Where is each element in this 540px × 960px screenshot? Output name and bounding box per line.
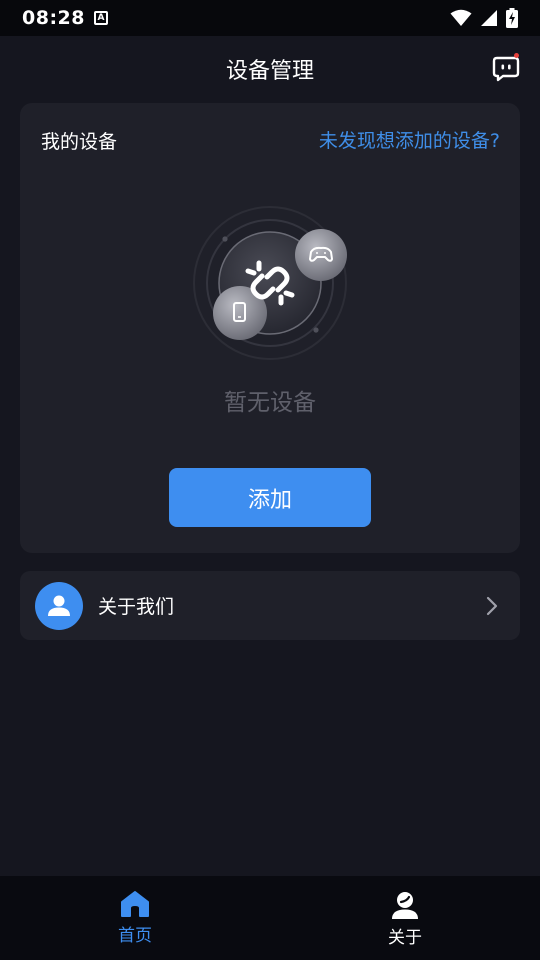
status-icons: [450, 8, 518, 28]
gamepad-icon: [295, 229, 347, 281]
notification-a-icon: A: [93, 11, 108, 25]
add-device-button[interactable]: 添加: [169, 468, 371, 527]
wifi-icon: [450, 9, 472, 26]
person-icon: [392, 892, 418, 919]
bottom-navigation: 首页 关于: [0, 876, 540, 960]
notification-dot: [514, 53, 519, 58]
nav-about[interactable]: 关于: [270, 876, 540, 960]
device-not-found-link[interactable]: 未发现想添加的设备?: [319, 126, 500, 153]
my-devices-title: 我的设备: [41, 131, 118, 153]
chat-bubble-icon[interactable]: [492, 56, 520, 82]
home-icon: [121, 891, 149, 917]
app-header: 设备管理: [0, 36, 540, 102]
about-us-label: 关于我们: [98, 596, 175, 618]
status-time: 08:28: [22, 7, 85, 29]
empty-state-text: 暂无设备: [224, 390, 316, 416]
nav-home-label: 首页: [118, 926, 152, 946]
about-us-row[interactable]: 关于我们: [20, 571, 520, 640]
empty-devices-illustration: [193, 206, 347, 360]
user-icon: [35, 581, 83, 630]
nav-about-label: 关于: [388, 928, 422, 948]
page-title: 设备管理: [225, 59, 314, 84]
nav-home[interactable]: 首页: [0, 876, 270, 960]
chevron-right-icon: [486, 596, 498, 615]
status-bar: 08:28 A: [0, 0, 540, 36]
my-devices-card: 我的设备 未发现想添加的设备? 暂无设备 添加: [20, 103, 520, 553]
battery-charging-icon: [506, 8, 518, 28]
cellular-signal-icon: [481, 10, 497, 26]
user-silhouette-icon: [48, 595, 70, 616]
